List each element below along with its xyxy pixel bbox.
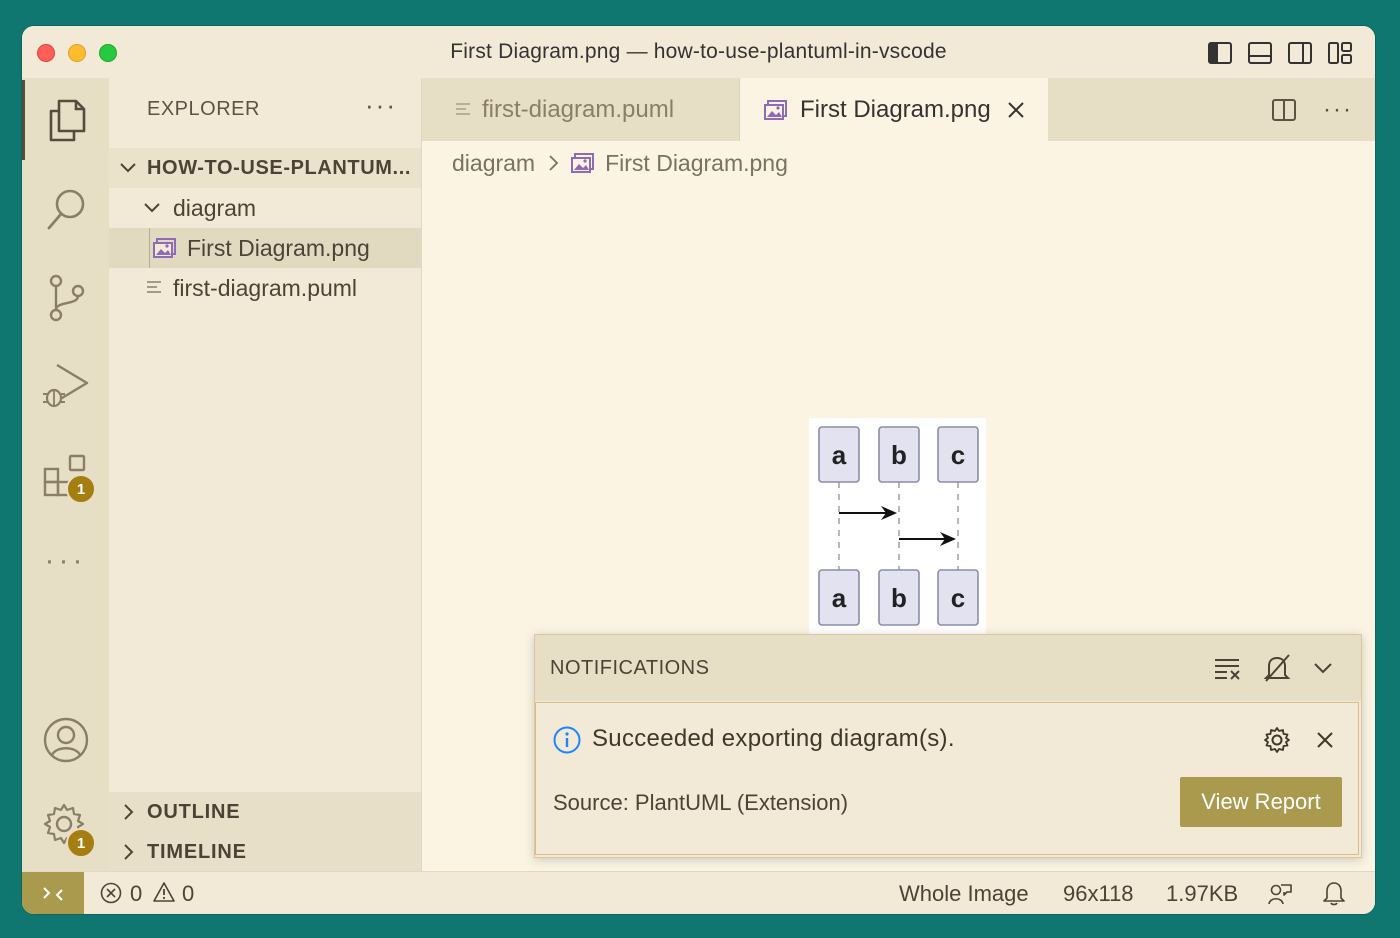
source-control-icon [44, 273, 88, 323]
breadcrumb-folder[interactable]: diagram [452, 150, 535, 177]
tree-item-label: First Diagram.png [187, 234, 370, 261]
info-icon [553, 726, 581, 754]
notification-toast: Succeeded exporting diagram(s). Source: … [535, 702, 1359, 855]
tab-first-diagram-png[interactable]: First Diagram.png [740, 78, 1048, 141]
diagram-image-preview: a b c a b c [809, 418, 986, 635]
editor-tab-bar: first-diagram.puml First Diagram.png ··· [422, 78, 1375, 141]
participant-label-top: a [832, 440, 847, 470]
more-icon: ··· [44, 544, 87, 577]
tab-first-diagram-puml[interactable]: first-diagram.puml [422, 78, 740, 141]
extensions-badge: 1 [66, 474, 96, 504]
participant-label-top: b [891, 440, 907, 470]
chevron-down-icon [119, 159, 137, 177]
split-editor-icon[interactable] [1271, 98, 1297, 122]
error-count[interactable]: 0 [130, 881, 142, 907]
chevron-down-icon [143, 199, 161, 217]
activity-more[interactable]: ··· [22, 521, 109, 601]
tree-item-first-diagram-png[interactable]: First Diagram.png [109, 228, 421, 268]
activity-source-control[interactable] [22, 258, 109, 338]
image-dimensions: 96x118 [1063, 881, 1134, 906]
notifications-bell-icon[interactable] [1322, 880, 1346, 906]
explorer-sidebar: EXPLORER ··· HOW-TO-USE-PLANTUM... diagr… [109, 78, 422, 872]
window-title: First Diagram.png — how-to-use-plantuml-… [450, 40, 947, 63]
sidebar-header: EXPLORER [147, 98, 260, 120]
participant-label-bottom: b [891, 583, 907, 613]
tree-indent-guide [149, 228, 150, 268]
account-icon [42, 716, 90, 764]
view-report-button[interactable]: View Report [1180, 777, 1342, 827]
editor-actions: ··· [1271, 96, 1353, 124]
tree-item-label: first-diagram.puml [173, 274, 358, 301]
customize-layout-icon[interactable] [1327, 40, 1353, 66]
toggle-panel-icon[interactable] [1247, 40, 1273, 66]
breadcrumb: diagram First Diagram.png [452, 146, 788, 180]
image-file-icon [153, 237, 177, 259]
toggle-secondary-sidebar-icon[interactable] [1287, 40, 1313, 66]
warning-icon[interactable] [152, 881, 176, 903]
title-bar: First Diagram.png — how-to-use-plantuml-… [22, 26, 1375, 79]
run-debug-icon [41, 361, 91, 411]
clear-all-icon[interactable] [1213, 655, 1243, 681]
gear-icon[interactable] [1263, 726, 1291, 754]
activity-accounts[interactable] [22, 700, 109, 780]
workspace-root-label: HOW-TO-USE-PLANTUM... [147, 156, 412, 179]
text-file-icon [454, 100, 472, 120]
tab-label: First Diagram.png [800, 95, 991, 123]
notifications-title: NOTIFICATIONS [550, 657, 710, 679]
close-notification-icon[interactable] [1315, 730, 1335, 750]
vscode-window: First Diagram.png — how-to-use-plantuml-… [22, 26, 1375, 914]
tree-item-first-diagram-puml[interactable]: first-diagram.puml [109, 268, 421, 308]
section-timeline-label: TIMELINE [147, 840, 247, 863]
activity-manage[interactable]: 1 [22, 786, 109, 866]
participant-label-bottom: c [951, 583, 965, 613]
section-outline-label: OUTLINE [147, 800, 241, 823]
notification-message: Succeeded exporting diagram(s). [592, 725, 955, 752]
text-file-icon [145, 278, 163, 298]
activity-explorer[interactable] [22, 80, 109, 160]
chevron-right-icon [121, 843, 135, 861]
sidebar-more-actions[interactable]: ··· [365, 90, 397, 121]
search-icon [44, 186, 88, 234]
status-bar: 0 0 Whole Image 96x118 1.97KB [22, 871, 1375, 914]
chevron-right-icon [121, 803, 135, 821]
participant-label-bottom: a [832, 583, 847, 613]
tree-item-diagram-folder[interactable]: diagram [109, 188, 421, 228]
activity-search[interactable] [22, 170, 109, 250]
breadcrumb-file[interactable]: First Diagram.png [605, 150, 788, 177]
section-timeline[interactable]: TIMELINE [109, 832, 421, 872]
close-tab-icon[interactable] [1007, 101, 1025, 119]
zoom-status[interactable]: Whole Image [899, 881, 1029, 907]
more-actions-icon[interactable]: ··· [1323, 96, 1353, 124]
workspace-root-folder[interactable]: HOW-TO-USE-PLANTUM... [109, 148, 421, 188]
image-size: 1.97KB [1166, 881, 1239, 906]
remote-indicator[interactable] [22, 872, 84, 914]
toggle-primary-sidebar-icon[interactable] [1207, 40, 1233, 66]
chevron-right-icon [547, 154, 559, 172]
notifications-header: NOTIFICATIONS [535, 635, 1361, 701]
image-file-icon [764, 99, 788, 121]
do-not-disturb-icon[interactable] [1263, 653, 1291, 683]
remote-icon [41, 882, 65, 906]
manage-badge: 1 [66, 828, 96, 858]
activity-extensions[interactable]: 1 [22, 436, 109, 516]
error-icon[interactable] [100, 882, 122, 904]
feedback-icon[interactable] [1267, 881, 1293, 907]
files-icon [46, 97, 88, 143]
notification-source: Source: PlantUML (Extension) [553, 790, 849, 815]
notifications-center: NOTIFICATIONS Succeeded exporting diagra… [534, 634, 1362, 858]
section-outline[interactable]: OUTLINE [109, 792, 421, 832]
warning-count[interactable]: 0 [182, 881, 194, 907]
tree-item-label: diagram [173, 194, 257, 221]
tab-label: first-diagram.puml [482, 95, 675, 123]
participant-label-top: c [951, 440, 965, 470]
activity-bar: 1 ··· 1 [22, 78, 110, 871]
layout-controls [1207, 40, 1353, 66]
image-file-icon [571, 152, 595, 174]
chevron-down-icon[interactable] [1313, 659, 1333, 677]
activity-run-debug[interactable] [22, 346, 109, 426]
